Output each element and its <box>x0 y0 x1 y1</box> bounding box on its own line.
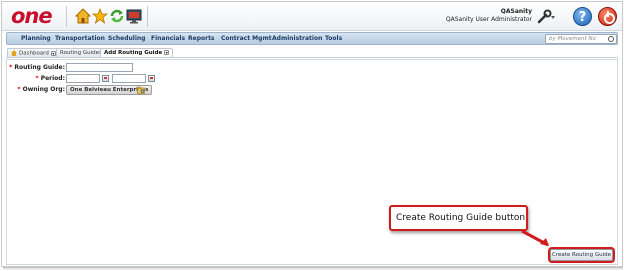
nav-reports[interactable]: Reports <box>188 35 215 42</box>
header-divider <box>147 6 148 27</box>
create-routing-guide-button[interactable]: Create Routing Guide <box>548 247 615 263</box>
reports-monitor-icon[interactable] <box>126 8 142 24</box>
add-routing-guide-form: * Routing Guide: * Period: * Owning Org:… <box>6 59 618 265</box>
header-divider <box>66 6 67 27</box>
movement-search-placeholder: by Movement No <box>549 36 596 42</box>
calendar-icon[interactable] <box>102 75 109 82</box>
settings-wrench-icon[interactable] <box>536 9 556 25</box>
tab-add-routing-guide[interactable]: Add Routing Guide ▾ <box>100 48 174 57</box>
help-button[interactable]: ? <box>573 7 592 26</box>
user-info: QASanity QASanity User Administrator <box>446 8 532 24</box>
callout-annotation: Create Routing Guide button <box>389 205 528 231</box>
movement-search-input[interactable]: by Movement No <box>545 34 617 44</box>
app-window: one QASanity QASanity User Administrator <box>1 1 623 267</box>
nav-contract-mgmt[interactable]: Contract Mgmt <box>221 35 272 42</box>
refresh-icon[interactable] <box>109 8 125 24</box>
calendar-icon[interactable] <box>148 75 155 82</box>
nav-financials[interactable]: Financials <box>151 35 185 42</box>
user-role: QASanity User Administrator <box>445 16 532 23</box>
favorites-star-icon[interactable] <box>92 8 108 24</box>
home-icon[interactable] <box>75 8 91 24</box>
owning-org-label: * Owning Org: <box>17 86 65 93</box>
tab-dashboard[interactable]: Dashboard ▾ <box>7 48 60 57</box>
dashboard-home-icon <box>11 50 17 56</box>
period-end-input[interactable] <box>112 74 146 83</box>
main-nav: Planning Transportation Scheduling Finan… <box>6 32 618 45</box>
search-icon[interactable] <box>608 36 614 42</box>
period-start-input[interactable] <box>66 74 100 83</box>
org-picker-icon[interactable] <box>137 86 145 94</box>
one-logo[interactable]: one <box>11 5 58 27</box>
routing-guide-label: * Routing Guide: <box>9 64 65 71</box>
nav-scheduling[interactable]: Scheduling <box>108 35 145 42</box>
logout-button[interactable] <box>598 7 617 26</box>
tab-menu-icon[interactable]: ▾ <box>164 50 170 55</box>
tab-strip: Dashboard▾ Routing Guides▾ Add Routing G… <box>6 47 618 58</box>
routing-guide-input[interactable] <box>66 63 133 72</box>
nav-planning[interactable]: Planning <box>21 35 51 42</box>
period-label: * Period: <box>35 75 65 82</box>
nav-administration[interactable]: Administration <box>272 35 322 42</box>
nav-tools[interactable]: Tools <box>325 35 342 42</box>
user-name: QASanity <box>500 8 532 15</box>
window-shadow <box>3 267 623 270</box>
nav-transportation[interactable]: Transportation <box>55 35 105 42</box>
app-header: one QASanity QASanity User Administrator <box>2 2 622 31</box>
